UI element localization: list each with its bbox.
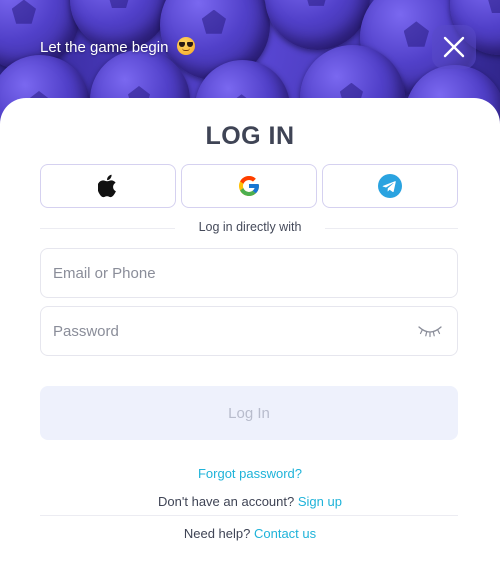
close-button[interactable] xyxy=(432,25,476,69)
signup-prompt: Don't have an account? xyxy=(158,494,295,509)
help-row: Need help? Contact us xyxy=(0,526,500,541)
signup-link[interactable]: Sign up xyxy=(298,494,342,509)
contact-us-link[interactable]: Contact us xyxy=(254,526,316,541)
close-icon xyxy=(443,36,465,58)
forgot-password-row: Forgot password? xyxy=(0,466,500,481)
hero-title: Let the game begin xyxy=(40,37,195,56)
apple-icon xyxy=(98,174,116,198)
hero-greeting: Let the game begin xyxy=(40,39,169,56)
password-input[interactable] xyxy=(41,307,457,355)
email-field[interactable] xyxy=(40,248,458,298)
telegram-login-button[interactable] xyxy=(322,164,458,208)
email-input[interactable] xyxy=(41,249,457,297)
google-login-button[interactable] xyxy=(181,164,317,208)
telegram-icon xyxy=(378,174,402,198)
password-field[interactable] xyxy=(40,306,458,356)
signup-row: Don't have an account? Sign up xyxy=(0,494,500,509)
divider-text: Log in directly with xyxy=(198,220,302,234)
apple-login-button[interactable] xyxy=(40,164,176,208)
forgot-password-link[interactable]: Forgot password? xyxy=(198,466,302,481)
ball-decoration xyxy=(265,0,370,50)
google-icon xyxy=(239,176,259,196)
help-prompt: Need help? xyxy=(183,526,251,541)
eye-closed-icon[interactable] xyxy=(417,322,443,340)
login-card: LOG IN Log in directly with Email or Pho… xyxy=(0,98,500,567)
login-button[interactable]: Log In xyxy=(40,386,458,440)
footer-divider xyxy=(40,515,458,516)
login-title: LOG IN xyxy=(205,122,295,150)
sunglasses-emoji-icon xyxy=(176,37,195,55)
